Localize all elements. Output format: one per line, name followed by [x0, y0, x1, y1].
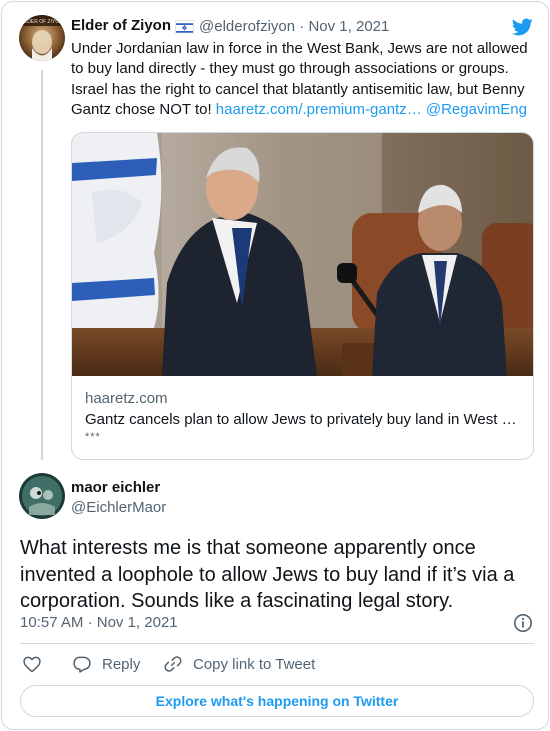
tweet-time[interactable]: 10:57 AM	[20, 614, 83, 631]
reply-label: Reply	[102, 655, 141, 673]
twitter-bird-icon[interactable]	[510, 16, 534, 38]
link-card-domain: haaretz.com	[85, 390, 168, 407]
reply-button[interactable]: Reply	[72, 653, 140, 675]
mention-link[interactable]: @RegavimEng	[426, 101, 527, 118]
copy-link-label: Copy link to Tweet	[193, 655, 316, 673]
quoted-handle[interactable]: @elderofziyon	[199, 18, 295, 35]
time-separator: ·	[87, 614, 93, 631]
tweet-author-name[interactable]: maor eichler	[71, 479, 160, 496]
quoted-author-name[interactable]: Elder of Ziyon	[71, 17, 171, 34]
meta-separator: ·	[299, 18, 305, 35]
quoted-date[interactable]: Nov 1, 2021	[308, 18, 389, 35]
reply-icon	[73, 656, 91, 673]
tweet-author-handle[interactable]: @EichlerMaor	[71, 499, 166, 516]
link-preview-card[interactable]: haaretz.com Gantz cancels plan to allow …	[71, 132, 534, 460]
link-icon	[164, 656, 182, 672]
israel-flag-icon	[175, 20, 194, 34]
link-card-description: ***	[85, 431, 101, 443]
tweet-text: What interests me is that someone appare…	[20, 537, 515, 612]
info-icon[interactable]	[513, 613, 533, 633]
thread-connector-line	[41, 70, 43, 460]
quoted-tweet-text: Under Jordanian law in force in the West…	[71, 39, 533, 120]
actions-divider	[20, 643, 534, 644]
svg-text:ELDER OF ZIYON: ELDER OF ZIYON	[21, 19, 63, 25]
tweet-timestamp[interactable]: 10:57 AM · Nov 1, 2021	[20, 614, 178, 631]
quoted-meta: @elderofziyon · Nov 1, 2021	[199, 18, 389, 35]
like-button[interactable]	[22, 653, 52, 675]
heart-icon	[23, 656, 41, 673]
article-link[interactable]: haaretz.com/.premium-gantz…	[216, 101, 422, 118]
copy-link-button[interactable]: Copy link to Tweet	[163, 653, 315, 675]
article-photo	[72, 133, 533, 376]
link-card-title: Gantz cancels plan to allow Jews to priv…	[85, 411, 517, 428]
embedded-tweet-card: ELDER OF ZIYON Elder of Ziyon @elderofzi…	[1, 1, 549, 730]
elder-of-ziyon-avatar[interactable]: ELDER OF ZIYON	[19, 15, 65, 61]
tweet-date[interactable]: Nov 1, 2021	[97, 614, 178, 631]
explore-twitter-button[interactable]: Explore what's happening on Twitter	[20, 685, 534, 717]
maor-eichler-avatar[interactable]	[19, 473, 65, 519]
